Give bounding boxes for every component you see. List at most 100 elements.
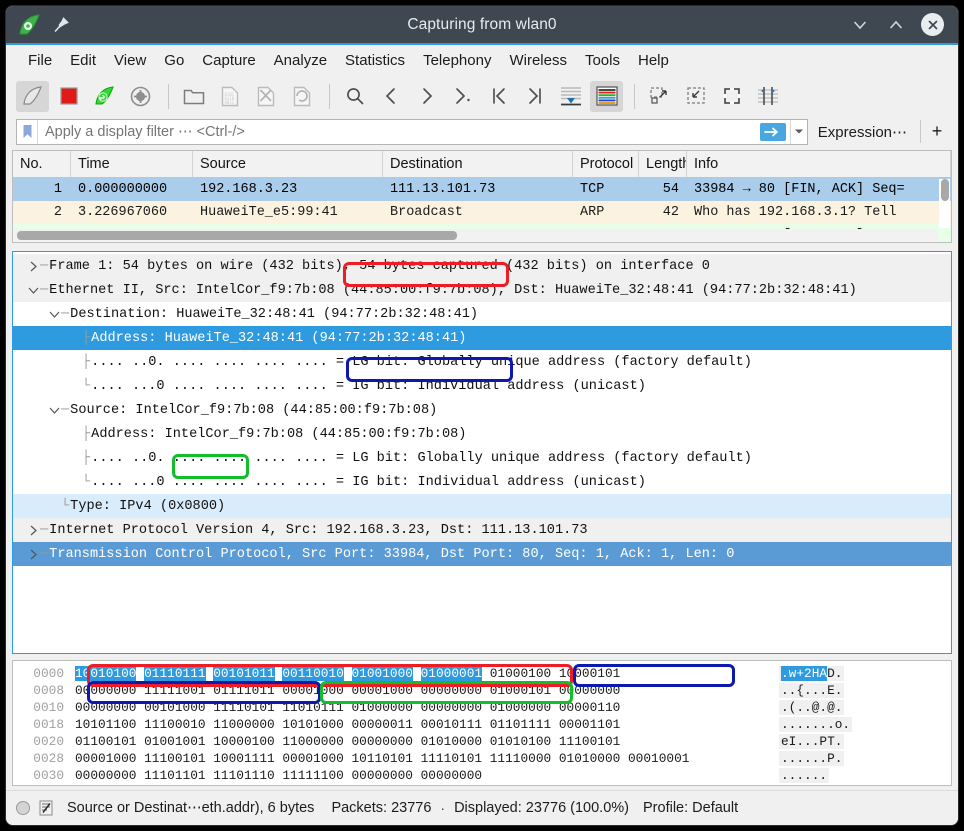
bookmark-icon[interactable] (18, 120, 38, 144)
menu-item-help[interactable]: Help (629, 49, 678, 72)
packet-list-horizontal-scrollbar[interactable] (14, 229, 938, 241)
restart-capture-icon[interactable] (88, 81, 121, 112)
packet-bytes-pane[interactable]: 000010010100 01110111 00101011 00110010 … (12, 660, 952, 786)
hex-byte[interactable]: 01101111 (490, 717, 551, 732)
filter-expression-button[interactable]: Expression⋯ (808, 116, 917, 147)
detail-row-src-address[interactable]: ├Address: IntelCor_f9:7b:08 (44:85:00:f9… (13, 422, 951, 446)
hex-byte[interactable]: 01000001 (421, 666, 482, 681)
zoom-out-icon[interactable] (679, 81, 712, 112)
open-file-icon[interactable] (177, 81, 210, 112)
detail-row-type[interactable]: └Type: IPv4 (0x0800) (13, 494, 951, 518)
chevron-down-icon[interactable] (48, 309, 61, 320)
scrollbar-thumb[interactable] (941, 179, 949, 201)
hex-dump-row[interactable]: 000800000000 11111001 01111011 00001000 … (13, 682, 951, 699)
detail-row-tcp[interactable]: ─Transmission Control Protocol, Src Port… (13, 542, 951, 566)
chevron-down-icon[interactable] (27, 285, 40, 296)
detail-row-ipv4[interactable]: ─Internet Protocol Version 4, Src: 192.1… (13, 518, 951, 542)
menu-item-view[interactable]: View (105, 49, 155, 72)
hex-byte[interactable]: 00001000 (282, 751, 343, 766)
hex-byte[interactable]: 01000100 (490, 666, 551, 681)
hex-byte[interactable]: 11010111 (282, 700, 343, 715)
hex-dump-row[interactable]: 001810101100 11100010 11000000 10101000 … (13, 716, 951, 733)
hex-byte[interactable]: 11100010 (144, 717, 205, 732)
hex-byte[interactable]: 10000101 (559, 666, 620, 681)
hex-byte[interactable]: 00001101 (559, 717, 620, 732)
detail-row-source[interactable]: ─Source: IntelCor_f9:7b:08 (44:85:00:f9:… (13, 398, 951, 422)
chevron-right-icon[interactable] (27, 548, 40, 561)
hex-byte[interactable]: 01100101 (75, 734, 136, 749)
hex-byte[interactable]: 01001000 (352, 666, 413, 681)
hex-byte[interactable]: 00010001 (628, 751, 689, 766)
hex-dump-row[interactable]: 002001100101 01001001 10000100 11000000 … (13, 733, 951, 750)
stop-capture-icon[interactable] (52, 81, 85, 112)
menu-item-wireless[interactable]: Wireless (500, 49, 576, 72)
packet-list-vertical-scrollbar[interactable] (939, 179, 950, 228)
hex-byte[interactable]: 10001111 (213, 751, 274, 766)
go-first-packet-icon[interactable] (482, 81, 515, 112)
go-last-packet-icon[interactable] (518, 81, 551, 112)
hex-byte[interactable]: 01001001 (144, 734, 205, 749)
hex-byte[interactable]: 11110000 (490, 751, 551, 766)
chevron-down-icon[interactable] (849, 14, 871, 36)
detail-row-src-lg-bit[interactable]: ├.... ..0. .... .... .... .... = LG bit:… (13, 446, 951, 470)
hex-byte[interactable]: 10000100 (213, 734, 274, 749)
menu-item-file[interactable]: File (19, 49, 61, 72)
hex-byte[interactable]: 00000011 (352, 717, 413, 732)
chevron-up-icon[interactable] (885, 14, 907, 36)
hex-byte[interactable]: 00000110 (559, 700, 620, 715)
hex-byte[interactable]: 00000000 (75, 700, 136, 715)
hex-byte[interactable]: 01010000 (559, 751, 620, 766)
hex-byte[interactable]: 11110101 (421, 751, 482, 766)
detail-row-dst-lg-bit[interactable]: ├.... ..0. .... .... .... .... = LG bit:… (13, 350, 951, 374)
filter-dropdown-icon[interactable] (790, 120, 807, 144)
column-header-no[interactable]: No. (13, 151, 71, 177)
hex-dump-row[interactable]: 003000000000 11101101 11101110 11111100 … (13, 767, 951, 784)
arrow-right-icon[interactable] (760, 123, 786, 141)
column-header-time[interactable]: Time (71, 151, 193, 177)
zoom-in-icon[interactable] (643, 81, 676, 112)
hex-byte[interactable]: 00000000 (352, 768, 413, 783)
hex-byte[interactable]: 01010100 (490, 734, 551, 749)
hex-byte[interactable]: 00101011 (213, 666, 274, 681)
detail-row-ethernet[interactable]: ─Ethernet II, Src: IntelCor_f9:7b:08 (44… (13, 278, 951, 302)
hex-byte[interactable]: 11000000 (213, 717, 274, 732)
hex-byte[interactable]: 00110010 (282, 666, 343, 681)
hex-byte[interactable]: 11110101 (213, 700, 274, 715)
detail-row-dst-ig-bit[interactable]: └.... ...0 .... .... .... .... = IG bit:… (13, 374, 951, 398)
go-back-icon[interactable] (374, 81, 407, 112)
hex-byte[interactable]: 00000000 (352, 734, 413, 749)
chevron-down-icon[interactable] (48, 405, 61, 416)
find-packet-icon[interactable] (338, 81, 371, 112)
hex-byte[interactable]: 00101000 (144, 700, 205, 715)
hex-byte[interactable]: 01010000 (421, 734, 482, 749)
detail-row-src-ig-bit[interactable]: └.... ...0 .... .... .... .... = IG bit:… (13, 470, 951, 494)
hex-byte[interactable]: 00001000 (282, 683, 343, 698)
hex-byte[interactable]: 01000000 (352, 700, 413, 715)
hex-byte[interactable]: 11101101 (144, 768, 205, 783)
expert-info-icon[interactable] (39, 800, 54, 816)
column-header-source[interactable]: Source (193, 151, 383, 177)
go-forward-icon[interactable] (410, 81, 443, 112)
table-row[interactable]: 2 3.226967060 HuaweiTe_e5:99:41 Broadcas… (13, 201, 951, 224)
chevron-right-icon[interactable] (27, 260, 40, 273)
hex-dump-row[interactable]: 001000000000 00101000 11110101 11010111 … (13, 699, 951, 716)
hex-byte[interactable]: 00001000 (75, 751, 136, 766)
resize-columns-icon[interactable] (751, 81, 784, 112)
detail-row-dst-address[interactable]: ├Address: HuaweiTe_32:48:41 (94:77:2b:32… (13, 326, 951, 350)
hex-byte[interactable]: 00000000 (75, 768, 136, 783)
hex-byte[interactable]: 01000000 (490, 700, 551, 715)
hex-byte[interactable]: 01110111 (144, 666, 205, 681)
capture-options-icon[interactable] (124, 81, 157, 112)
reload-file-icon[interactable] (285, 81, 318, 112)
menu-item-telephony[interactable]: Telephony (414, 49, 500, 72)
close-icon[interactable] (921, 13, 944, 36)
menu-item-statistics[interactable]: Statistics (336, 49, 414, 72)
hex-byte[interactable]: 00000000 (75, 683, 136, 698)
hex-byte[interactable]: 11100101 (559, 734, 620, 749)
hex-byte[interactable]: 11100101 (144, 751, 205, 766)
table-row[interactable]: 1 0.000000000 192.168.3.23 111.13.101.73… (13, 178, 951, 201)
menu-item-analyze[interactable]: Analyze (265, 49, 336, 72)
hex-byte[interactable]: 11111100 (282, 768, 343, 783)
hex-byte[interactable]: 11000000 (282, 734, 343, 749)
detail-row-frame[interactable]: ─Frame 1: 54 bytes on wire (432 bits), 5… (13, 254, 951, 278)
